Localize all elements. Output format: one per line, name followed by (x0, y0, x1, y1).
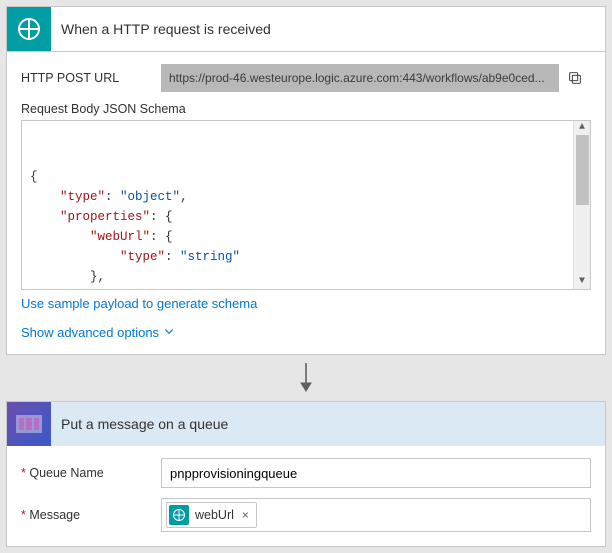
scroll-up-arrow[interactable]: ▲ (579, 123, 585, 133)
http-trigger-title: When a HTTP request is received (51, 21, 271, 37)
flow-arrow-connector (0, 361, 612, 395)
scroll-thumb[interactable] (576, 135, 589, 205)
http-trigger-header[interactable]: When a HTTP request is received (7, 7, 605, 52)
http-trigger-body: HTTP POST URL Request Body JSON Schema {… (7, 52, 605, 354)
show-advanced-options-label: Show advanced options (21, 325, 159, 340)
queue-action-card: Put a message on a queue Queue Name Mess… (6, 401, 606, 547)
use-sample-payload-label: Use sample payload to generate schema (21, 296, 257, 311)
scroll-down-arrow[interactable]: ▼ (579, 277, 585, 287)
message-label: Message (21, 508, 161, 522)
http-trigger-card: When a HTTP request is received HTTP POS… (6, 6, 606, 355)
queue-action-body: Queue Name Message webUrl × (7, 446, 605, 546)
message-input[interactable]: webUrl × (161, 498, 591, 532)
http-post-url-input[interactable] (161, 64, 559, 92)
weburl-token-label: webUrl (195, 508, 234, 522)
schema-label: Request Body JSON Schema (21, 102, 591, 116)
json-schema-editor[interactable]: { "type": "object", "properties": { "web… (21, 120, 591, 290)
globe-icon (169, 505, 189, 525)
http-post-url-label: HTTP POST URL (21, 71, 161, 85)
queue-name-label: Queue Name (21, 466, 161, 480)
chevron-down-icon (163, 325, 175, 340)
globe-icon (7, 7, 51, 51)
queue-action-header[interactable]: Put a message on a queue (7, 402, 605, 446)
copy-url-button[interactable] (559, 64, 591, 92)
use-sample-payload-link[interactable]: Use sample payload to generate schema (21, 296, 257, 311)
queue-action-title: Put a message on a queue (51, 416, 228, 432)
weburl-token[interactable]: webUrl × (166, 502, 257, 528)
schema-scrollbar[interactable]: ▲ ▼ (573, 121, 590, 289)
show-advanced-options-link[interactable]: Show advanced options (21, 325, 175, 340)
queue-icon (7, 402, 51, 446)
remove-token-button[interactable]: × (240, 508, 251, 522)
queue-name-input[interactable] (161, 458, 591, 488)
